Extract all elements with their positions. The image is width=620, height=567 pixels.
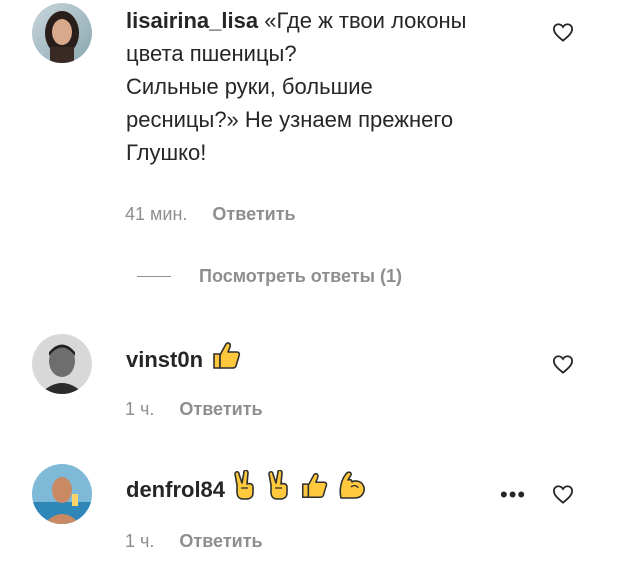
comment-line: ресницы?» Не узнаем прежнего (126, 107, 454, 132)
avatar[interactable] (32, 334, 92, 394)
avatar[interactable] (32, 464, 92, 524)
username[interactable]: vinst0n (126, 347, 203, 372)
avatar-photo (32, 464, 92, 524)
reply-button[interactable]: Ответить (212, 204, 295, 224)
comment-meta: 1 ч. Ответить (125, 531, 263, 552)
avatar-photo (32, 3, 92, 63)
comment-line: Глушко! (126, 140, 207, 165)
comment-time: 1 ч. (125, 531, 155, 551)
reply-button[interactable]: Ответить (179, 531, 262, 551)
comment-line: цвета пшеницы? (126, 41, 297, 66)
like-heart-icon[interactable] (552, 484, 574, 504)
divider (137, 276, 171, 277)
flexed-biceps-icon (339, 471, 365, 499)
comment-time: 1 ч. (125, 399, 155, 419)
victory-hand-icon (268, 470, 288, 500)
comment-item: lisairina_lisa «Где ж твои локоны цвета … (0, 0, 620, 240)
comment-item: vinst0n 1 ч. Ответить (0, 330, 620, 430)
avatar[interactable] (32, 3, 92, 63)
comment-meta: 1 ч. Ответить (125, 399, 263, 420)
view-replies-row[interactable]: Посмотреть ответы (1) (137, 266, 402, 287)
comment-line: «Где ж твои локоны (264, 8, 467, 33)
view-replies-button[interactable]: Посмотреть ответы (1) (199, 266, 402, 287)
like-heart-icon[interactable] (552, 22, 574, 42)
comment-text: lisairina_lisa «Где ж твои локоны цвета … (126, 4, 546, 169)
thumbs-up-icon (213, 342, 241, 369)
victory-hand-icon (234, 470, 255, 500)
avatar-photo (32, 334, 92, 394)
reply-button[interactable]: Ответить (179, 399, 262, 419)
more-options-icon[interactable]: ••• (500, 484, 526, 506)
username[interactable]: lisairina_lisa (126, 8, 258, 33)
comment-line: Сильные руки, большие (126, 74, 373, 99)
comment-time: 41 мин. (125, 204, 188, 224)
comment-meta: 41 мин. Ответить (125, 204, 296, 225)
thumbs-up-icon (302, 473, 328, 498)
username[interactable]: denfrol84 (126, 477, 225, 502)
like-heart-icon[interactable] (552, 354, 574, 374)
comment-item: denfrol84 ••• 1 ч. Ответить (0, 460, 620, 567)
